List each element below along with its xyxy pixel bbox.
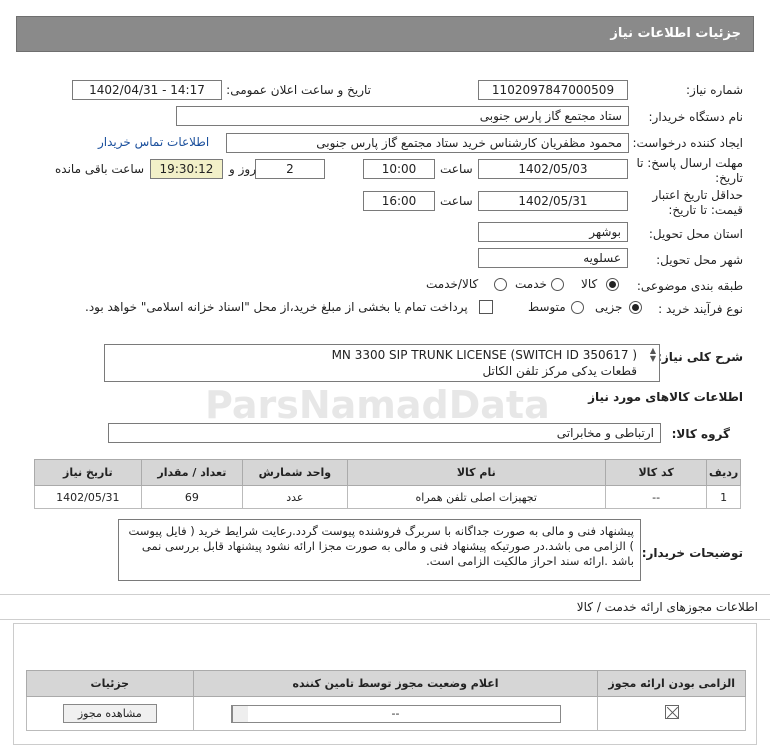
view-license-button[interactable]: مشاهده مجوز bbox=[62, 704, 157, 723]
province-field: بوشهر bbox=[478, 222, 628, 242]
license-status-select[interactable]: -- bbox=[230, 704, 561, 723]
requester-field: محمود مظفریان کارشناس خرید ستاد مجتمع گا… bbox=[226, 133, 629, 153]
treasury-checkbox[interactable] bbox=[479, 300, 493, 314]
category-both-radio[interactable] bbox=[494, 278, 507, 291]
category-both-label: کالا/خدمت bbox=[426, 277, 479, 291]
col-date: تاریخ نیاز bbox=[34, 459, 142, 486]
days-field: 2 bbox=[255, 159, 325, 179]
buyer-org-label: نام دستگاه خریدار: bbox=[648, 110, 744, 124]
deadline-time-label: ساعت bbox=[440, 162, 473, 176]
province-label: استان محل تحویل: bbox=[648, 227, 743, 241]
col-license-status: اعلام وضعیت مجوز توسط تامین کننده bbox=[192, 670, 599, 697]
goods-table-header: ردیف کد کالا نام کالا واحد شمارش تعداد /… bbox=[34, 459, 741, 486]
license-section-title: اطلاعات مجوزهای ارائه خدمت / کالا bbox=[576, 600, 758, 614]
purchase-type-label: نوع فرآیند خرید : bbox=[658, 302, 743, 316]
validity-time-field: 16:00 bbox=[363, 191, 435, 211]
col-unit: واحد شمارش bbox=[242, 459, 348, 486]
goods-group-field: ارتباطی و مخابراتی bbox=[108, 423, 661, 443]
license-required-cell bbox=[597, 696, 746, 731]
cell-name: تجهیزات اصلی تلفن همراه bbox=[346, 485, 606, 509]
validity-label-2: قیمت: تا تاریخ: bbox=[668, 203, 743, 217]
city-label: شهر محل تحویل: bbox=[656, 253, 743, 267]
validity-label: حداقل تاریخ اعتبار bbox=[652, 188, 743, 202]
category-service-label: خدمت bbox=[515, 277, 547, 291]
cell-unit: عدد bbox=[242, 485, 348, 509]
summary-label: شرح کلی نیاز: bbox=[657, 350, 743, 364]
table-row: 1 -- تجهیزات اصلی تلفن همراه عدد 69 1402… bbox=[34, 485, 741, 509]
notes-text: پیشنهاد فنی و مالی به صورت جداگانه با سر… bbox=[128, 524, 635, 568]
divider bbox=[0, 594, 770, 595]
category-service-radio[interactable] bbox=[551, 278, 564, 291]
validity-date-field: 1402/05/31 bbox=[478, 191, 628, 211]
col-code: کد کالا bbox=[604, 459, 708, 486]
deadline-date-field: 1402/05/03 bbox=[478, 159, 628, 179]
buyer-org-field: ستاد مجتمع گاز پارس جنوبی bbox=[176, 106, 629, 126]
need-number-field: 1102097847000509 bbox=[478, 80, 628, 100]
cell-row: 1 bbox=[706, 485, 741, 509]
required-checkbox-icon bbox=[664, 705, 679, 719]
page-title: جزئیات اطلاعات نیاز bbox=[610, 26, 741, 41]
col-name: نام کالا bbox=[346, 459, 606, 486]
city-field: عسلویه bbox=[478, 248, 628, 268]
dropdown-arrow-icon[interactable] bbox=[231, 705, 248, 722]
remaining-label: ساعت باقی مانده bbox=[55, 162, 145, 176]
license-table: الزامی بودن ارائه مجوز اعلام وضعیت مجوز … bbox=[26, 670, 746, 731]
need-number-label: شماره نیاز: bbox=[686, 83, 743, 97]
goods-group-label: گروه کالا: bbox=[671, 427, 730, 441]
license-status-value: -- bbox=[391, 706, 400, 720]
treasury-note: پرداخت تمام یا بخشی از مبلغ خرید،از محل … bbox=[85, 300, 468, 314]
requester-label: ایجاد کننده درخواست: bbox=[632, 136, 743, 150]
purchase-medium-radio[interactable] bbox=[571, 301, 584, 314]
purchase-medium-label: متوسط bbox=[528, 300, 566, 314]
goods-table: ردیف کد کالا نام کالا واحد شمارش تعداد /… bbox=[34, 459, 741, 509]
announce-field: 1402/04/31 - 14:17 bbox=[72, 80, 222, 100]
col-row: ردیف bbox=[706, 459, 741, 486]
validity-time-label: ساعت bbox=[440, 194, 473, 208]
license-table-header: الزامی بودن ارائه مجوز اعلام وضعیت مجوز … bbox=[26, 670, 746, 697]
purchase-minor-radio[interactable] bbox=[629, 301, 642, 314]
deadline-time-field: 10:00 bbox=[363, 159, 435, 179]
category-goods-label: کالا bbox=[581, 277, 598, 291]
watermark-brand: ParsNamadData bbox=[205, 383, 550, 427]
col-license-required: الزامی بودن ارائه مجوز bbox=[597, 670, 746, 697]
deadline-label-2: تاریخ: bbox=[715, 171, 743, 185]
contact-buyer-link[interactable]: اطلاعات تماس خریدار bbox=[98, 135, 209, 149]
notes-label: توضیحات خریدار: bbox=[641, 546, 743, 560]
cell-qty: 69 bbox=[140, 485, 244, 509]
goods-section-title: اطلاعات کالاهای مورد نیاز bbox=[588, 390, 743, 404]
license-status-cell: -- bbox=[192, 696, 599, 731]
col-qty: تعداد / مقدار bbox=[140, 459, 244, 486]
col-license-details: جزئیات bbox=[26, 670, 194, 697]
category-label: طبقه بندی موضوعی: bbox=[636, 279, 743, 293]
cell-date: 1402/05/31 bbox=[34, 485, 142, 509]
cell-code: -- bbox=[604, 485, 708, 509]
remaining-time-field: 19:30:12 bbox=[150, 159, 223, 179]
days-label: روز و bbox=[229, 162, 256, 176]
divider bbox=[0, 619, 770, 620]
license-details-cell: مشاهده مجوز bbox=[26, 696, 194, 731]
deadline-label: مهلت ارسال پاسخ: تا bbox=[636, 156, 743, 170]
summary-line-2: قطعات یدکی مرکز تلفن الکاتل bbox=[482, 364, 637, 378]
page-header: جزئیات اطلاعات نیاز bbox=[16, 16, 754, 52]
table-row: -- مشاهده مجوز bbox=[26, 696, 746, 731]
category-goods-radio[interactable] bbox=[606, 278, 619, 291]
summary-line-1: MN 3300 SIP TRUNK LICENSE (SWITCH ID 350… bbox=[331, 348, 637, 362]
announce-label: تاریخ و ساعت اعلان عمومی: bbox=[226, 83, 371, 97]
scroll-arrows-icon[interactable]: ▲ ▼ bbox=[650, 347, 656, 363]
summary-box: MN 3300 SIP TRUNK LICENSE (SWITCH ID 350… bbox=[104, 344, 660, 382]
purchase-minor-label: جزیی bbox=[595, 300, 623, 314]
notes-box: پیشنهاد فنی و مالی به صورت جداگانه با سر… bbox=[118, 519, 641, 581]
